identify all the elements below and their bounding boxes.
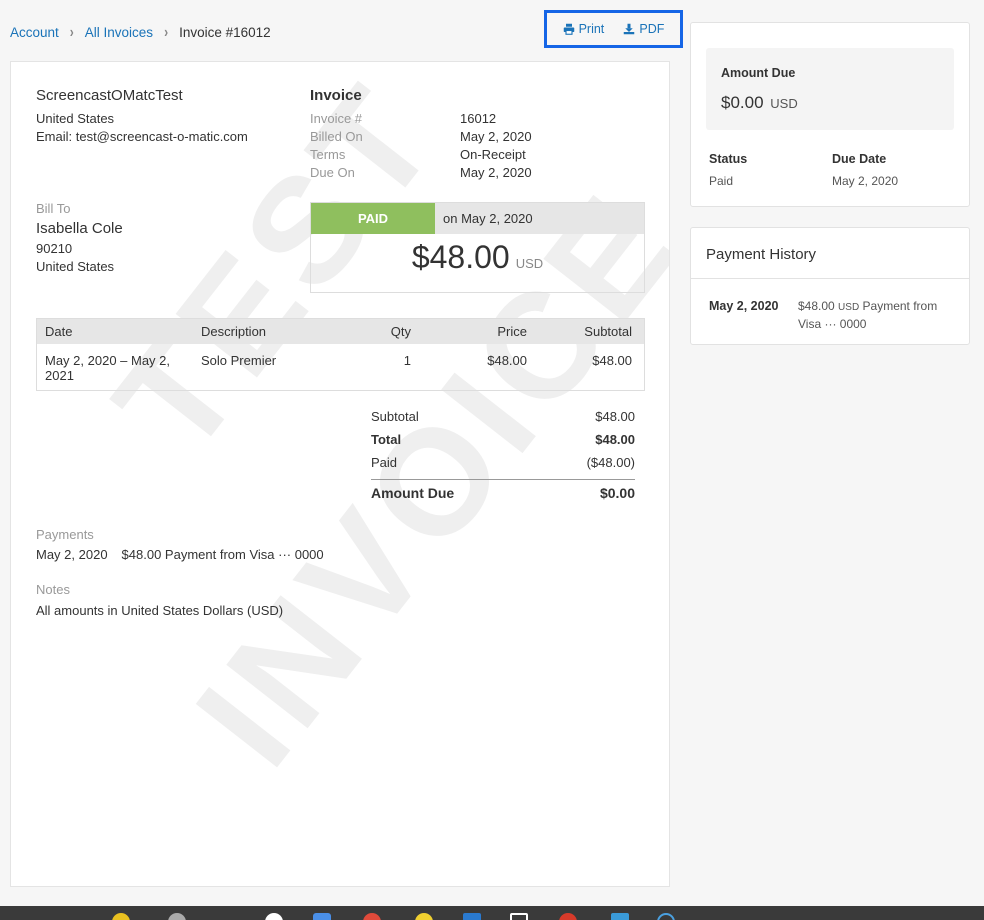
paid-badge: PAID — [311, 203, 435, 234]
table-row: May 2, 2020 – May 2, 2021 Solo Premier 1… — [37, 344, 644, 390]
payment-text: $48.00 Payment from Visa ··· 0000 — [121, 547, 324, 562]
breadcrumb: Account › All Invoices › Invoice #16012 — [10, 23, 271, 41]
amount-due-card: Amount Due $0.00 USD Status Paid Due Dat… — [690, 22, 970, 207]
row-price: $48.00 — [487, 353, 527, 368]
paid-amount-currency: USD — [515, 256, 544, 271]
total-label: Total — [371, 432, 402, 447]
seller-country: United States — [36, 111, 115, 126]
seller-email: Email: test@screencast-o-matic.com — [36, 129, 248, 144]
history-description: $48.00 USD Payment from Visa ··· 0000 — [798, 298, 958, 333]
line-items-table: Date Description Qty Price Subtotal May … — [36, 318, 645, 391]
invoice-number-value: 16012 — [460, 111, 497, 126]
row-date: May 2, 2020 – May 2, 2021 — [45, 353, 171, 383]
chevron-right-icon: › — [164, 22, 169, 42]
terms-label: Terms — [310, 147, 346, 162]
payment-history-title: Payment History — [706, 246, 817, 263]
divider — [691, 278, 969, 279]
amount-due-summary-value: $0.00 — [721, 93, 764, 112]
paid-amount-value: $48.00 — [411, 239, 510, 275]
pdf-label: PDF — [639, 22, 665, 36]
subtotal-value: $48.00 — [595, 409, 635, 424]
seller-name: ScreencastOMatcTest — [36, 87, 183, 104]
amount-due-value: $0.00 — [599, 484, 635, 501]
breadcrumb-all-invoices-link[interactable]: All Invoices — [85, 25, 153, 40]
bill-to-label: Bill To — [36, 201, 71, 216]
row-description: Solo Premier — [201, 353, 277, 368]
app-icon[interactable] — [611, 913, 629, 920]
invoice-number-label: Invoice # — [310, 111, 363, 126]
amount-due-row: Amount Due $0.00 — [371, 479, 635, 505]
col-price-header: Price — [497, 324, 527, 339]
app-icon[interactable] — [510, 913, 528, 920]
app-icon[interactable] — [559, 913, 577, 920]
print-label: Print — [578, 22, 605, 36]
paid-date: on May 2, 2020 — [435, 203, 644, 234]
history-amount: $48.00 — [798, 299, 835, 313]
col-date-header: Date — [45, 324, 73, 339]
breadcrumb-current: Invoice #16012 — [179, 24, 271, 40]
notes-label: Notes — [36, 582, 70, 597]
row-qty: 1 — [403, 353, 411, 368]
invoice-actions: Print PDF — [544, 10, 683, 48]
breadcrumb-account-link[interactable]: Account — [10, 25, 59, 40]
notes-text: All amounts in United States Dollars (US… — [36, 603, 284, 618]
table-header: Date Description Qty Price Subtotal — [37, 319, 644, 344]
app-icon[interactable] — [363, 913, 381, 920]
amount-due-panel: Amount Due $0.00 USD — [706, 48, 954, 130]
app-icon[interactable] — [657, 913, 675, 920]
app-icon[interactable] — [265, 913, 283, 920]
pdf-download-button[interactable]: PDF — [623, 22, 664, 36]
bill-to-name: Isabella Cole — [36, 220, 123, 237]
paid-row: Paid ($48.00) — [371, 451, 635, 474]
billed-on-label: Billed On — [310, 129, 363, 144]
due-date-value: May 2, 2020 — [832, 174, 899, 188]
status-value: Paid — [709, 174, 734, 188]
app-icon[interactable] — [168, 913, 186, 920]
total-row: Total $48.00 — [371, 428, 635, 451]
payment-line: May 2, 2020 $48.00 Payment from Visa ··· … — [36, 547, 324, 562]
invoice-sheet: TEST INVOICE ScreencastOMatcTest United … — [10, 61, 670, 887]
totals-block: Subtotal $48.00 Total $48.00 Paid ($48.0… — [371, 405, 635, 505]
due-date-label: Due Date — [832, 152, 887, 166]
row-subtotal: $48.00 — [592, 353, 632, 368]
paid-status-box: PAID on May 2, 2020 $48.00 USD — [310, 202, 645, 293]
bill-to-zip: 90210 — [36, 241, 73, 256]
paid-label: Paid — [371, 455, 398, 470]
amount-due-summary: $0.00 USD — [721, 93, 798, 113]
subtotal-row: Subtotal $48.00 — [371, 405, 635, 428]
subtotal-label: Subtotal — [371, 409, 419, 424]
invoice-heading: Invoice — [310, 87, 362, 104]
due-on-value: May 2, 2020 — [460, 165, 532, 180]
taskbar — [0, 906, 984, 920]
history-currency: USD — [838, 302, 860, 313]
app-icon[interactable] — [112, 913, 130, 920]
total-value: $48.00 — [595, 432, 635, 447]
payment-date: May 2, 2020 — [36, 547, 108, 562]
col-qty-header: Qty — [390, 324, 411, 339]
status-label: Status — [709, 152, 748, 166]
col-description-header: Description — [201, 324, 267, 339]
history-date: May 2, 2020 — [709, 299, 779, 313]
app-icon[interactable] — [313, 913, 331, 920]
col-subtotal-header: Subtotal — [584, 324, 632, 339]
print-button[interactable]: Print — [563, 22, 605, 36]
chevron-right-icon: › — [69, 22, 74, 42]
billed-on-value: May 2, 2020 — [460, 129, 532, 144]
payments-label: Payments — [36, 527, 94, 542]
download-icon — [624, 23, 635, 35]
terms-value: On-Receipt — [460, 147, 526, 162]
payment-history-card: Payment History May 2, 2020 $48.00 USD P… — [690, 227, 970, 345]
amount-due-summary-currency: USD — [770, 96, 798, 111]
app-icon[interactable] — [463, 913, 481, 920]
due-on-label: Due On — [310, 165, 355, 180]
paid-amount: $48.00 USD — [311, 239, 644, 276]
amount-due-title: Amount Due — [721, 66, 796, 80]
bill-to-country: United States — [36, 259, 115, 274]
amount-due-label: Amount Due — [371, 484, 455, 501]
printer-icon — [563, 23, 574, 35]
app-icon[interactable] — [415, 913, 433, 920]
paid-value: ($48.00) — [586, 455, 635, 470]
